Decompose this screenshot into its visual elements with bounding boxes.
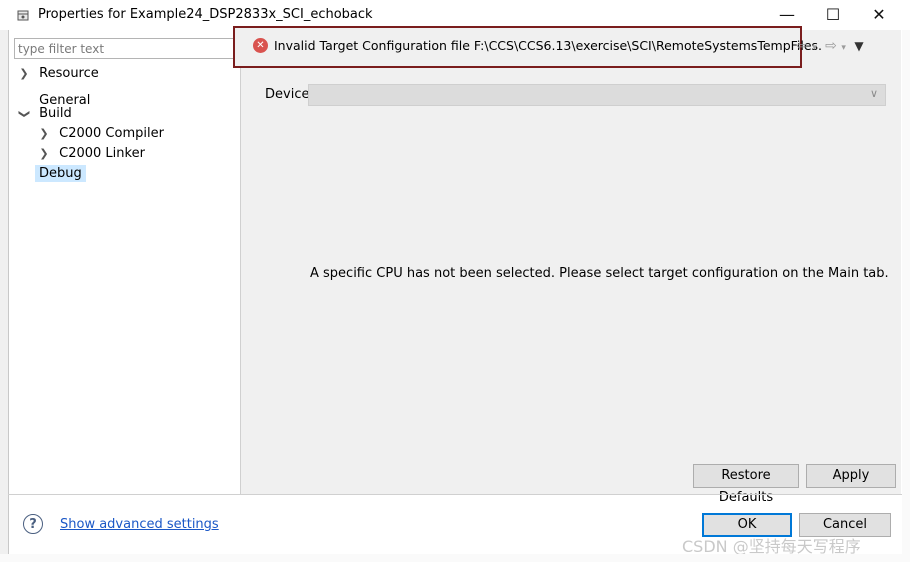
background-window-edge <box>902 30 910 562</box>
chevron-down-icon[interactable]: ❯ <box>14 108 34 120</box>
tree-item-c2000-compiler[interactable]: ❯ C2000 Compiler <box>18 124 164 144</box>
tree-label: C2000 Linker <box>59 146 145 161</box>
tree-label: C2000 Compiler <box>59 126 164 141</box>
apply-button[interactable]: Apply <box>806 464 896 488</box>
device-select[interactable] <box>308 84 886 106</box>
chevron-down-icon[interactable]: ▾ <box>841 43 846 53</box>
tree-item-general[interactable]: General <box>18 84 164 108</box>
cpu-not-selected-message: A specific CPU has not been selected. Pl… <box>310 266 889 281</box>
chevron-right-icon[interactable]: ❯ <box>38 124 50 144</box>
tree-item-c2000-linker[interactable]: ❯ C2000 Linker <box>18 144 164 164</box>
forward-arrow-icon[interactable]: ⇨ <box>825 38 837 54</box>
history-nav: ⇦ ▾ ⇨ ▾ ▼ <box>796 38 864 54</box>
device-label: Device <box>265 87 310 102</box>
help-icon[interactable]: ? <box>23 514 43 534</box>
restore-defaults-button[interactable]: Restore Defaults <box>693 464 799 505</box>
show-advanced-settings-link[interactable]: Show advanced settings <box>60 517 219 532</box>
tree-item-build[interactable]: ❯ Build <box>18 104 164 124</box>
property-tree: ❯ Resource General ❯ Build ❯ C2000 Compi… <box>18 64 164 184</box>
error-message: Invalid Target Configuration file F:\CCS… <box>274 38 823 53</box>
tree-label: Debug <box>35 165 86 182</box>
chevron-right-icon[interactable]: ❯ <box>18 64 30 84</box>
chevron-right-icon[interactable]: ❯ <box>38 144 50 164</box>
window-title: Properties for Example24_DSP2833x_SCI_ec… <box>38 7 373 22</box>
app-icon <box>17 10 29 21</box>
close-button[interactable]: ✕ <box>856 0 902 30</box>
tree-item-resource[interactable]: ❯ Resource <box>18 64 164 84</box>
view-menu-icon[interactable]: ▼ <box>854 39 863 53</box>
tree-label: Resource <box>39 66 99 81</box>
filter-input[interactable] <box>14 38 236 59</box>
footer-divider <box>8 494 902 495</box>
chevron-down-icon: ∨ <box>870 87 879 100</box>
tree-label: Build <box>39 106 72 121</box>
chevron-down-icon[interactable]: ▾ <box>812 43 817 53</box>
background-window-edge <box>0 554 902 562</box>
error-icon: ✕ <box>253 38 268 53</box>
tree-item-debug[interactable]: Debug <box>18 164 164 184</box>
back-arrow-icon[interactable]: ⇦ <box>796 38 808 54</box>
maximize-button[interactable]: ☐ <box>810 0 856 30</box>
